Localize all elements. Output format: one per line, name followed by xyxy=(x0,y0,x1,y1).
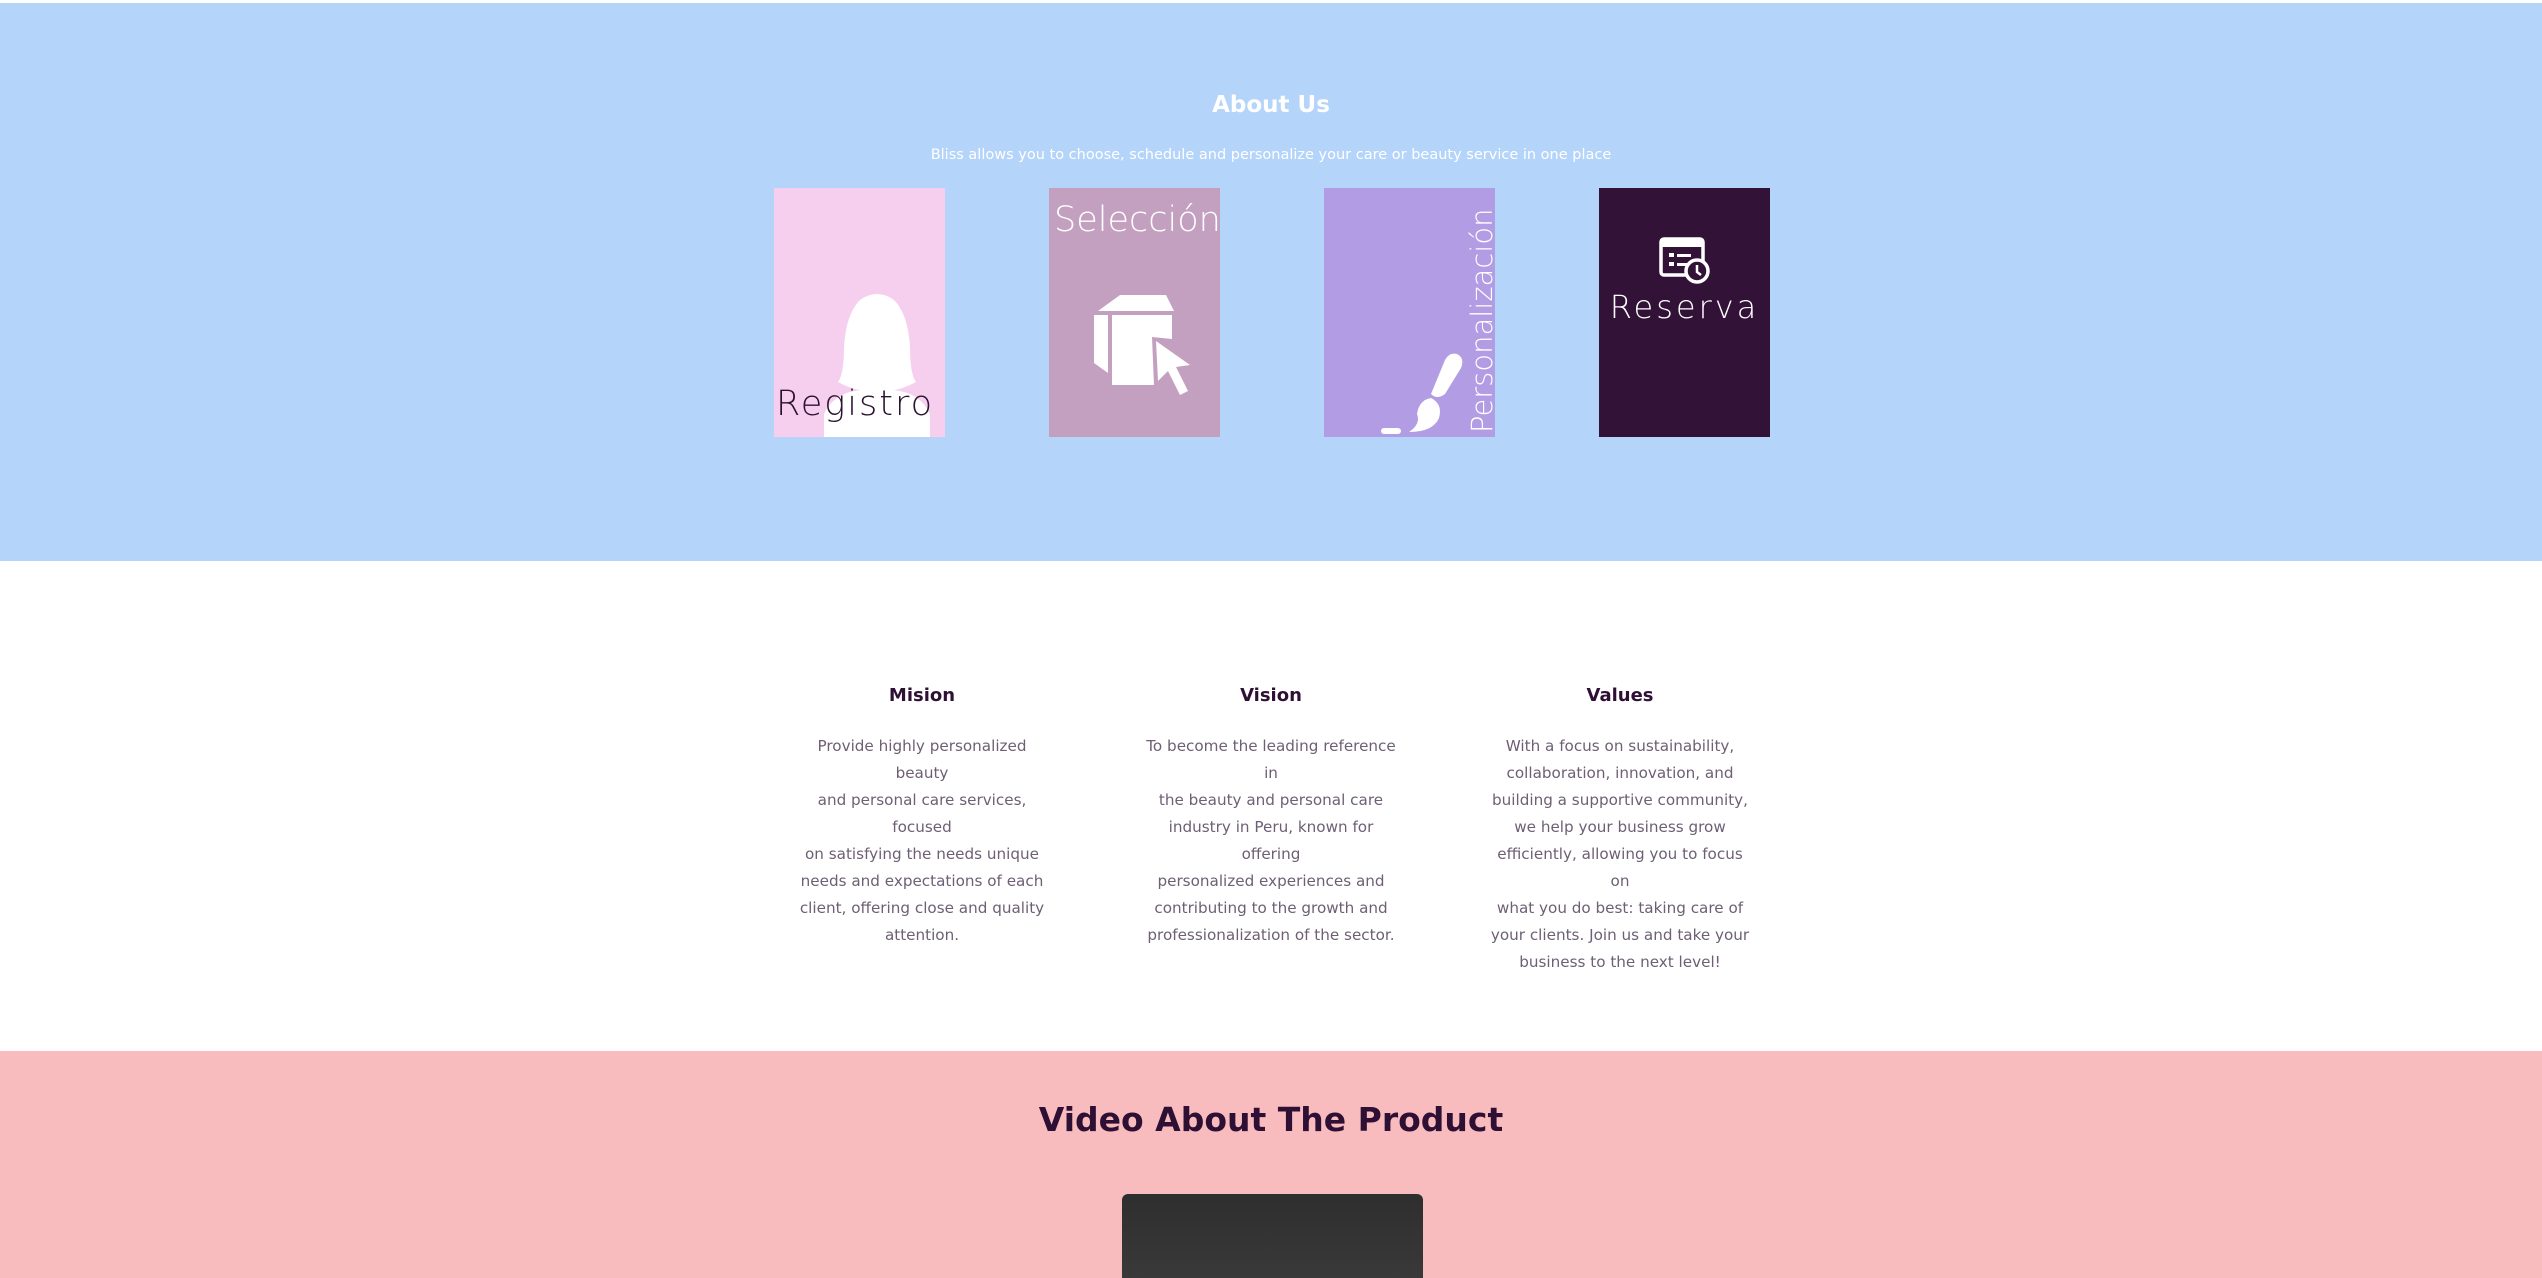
video-section: Video About The Product xyxy=(0,1051,2542,1278)
mision-heading: Mision xyxy=(888,685,956,706)
card-label: Personalización xyxy=(1465,208,1495,433)
card-label: Reserva xyxy=(1609,288,1760,326)
vision-line: personalized experiences and xyxy=(1157,872,1385,890)
vision-line: the beauty and personal care xyxy=(1158,791,1384,809)
values-column: Values With a focus on sustainability, c… xyxy=(1490,685,1750,976)
values-line: collaboration, innovation, and xyxy=(1506,764,1734,782)
card-registro[interactable]: Registro xyxy=(774,188,945,437)
values-line: With a focus on sustainability, xyxy=(1505,737,1735,755)
values-line: we help your business grow xyxy=(1514,818,1726,836)
box-cursor-icon xyxy=(1094,295,1190,395)
values-line: efficiently, allowing you to focus on xyxy=(1497,845,1743,890)
values-heading: Values xyxy=(1586,685,1654,706)
mision-line: attention. xyxy=(884,926,960,944)
mision-line: and personal care services, focused xyxy=(817,791,1027,836)
mision-column: Mision Provide highly personalized beaut… xyxy=(792,685,1052,949)
mision-line: client, offering close and quality xyxy=(799,899,1045,917)
vision-heading: Vision xyxy=(1240,685,1302,706)
card-reserva[interactable]: Reserva xyxy=(1599,188,1770,437)
vision-line: To become the leading reference in xyxy=(1146,737,1396,782)
card-seleccion[interactable]: Selección xyxy=(1049,188,1220,437)
vision-text: To become the leading reference in the b… xyxy=(1141,733,1401,949)
card-label: Registro xyxy=(776,384,934,424)
vision-line: industry in Peru, known for offering xyxy=(1168,818,1374,863)
vision-line: contributing to the growth and xyxy=(1154,899,1388,917)
about-subtitle: Bliss allows you to choose, schedule and… xyxy=(930,147,1612,163)
calendar-clock-icon xyxy=(1659,237,1710,284)
video-player[interactable] xyxy=(1122,1194,1423,1278)
values-text: With a focus on sustainability, collabor… xyxy=(1490,733,1750,976)
card-label: Selección xyxy=(1054,200,1220,240)
mision-text: Provide highly personalized beauty and p… xyxy=(792,733,1052,949)
mision-line: on satisfying the needs unique xyxy=(805,845,1039,863)
values-line: your clients. Join us and take your xyxy=(1490,926,1750,944)
card-personalizacion[interactable]: Personalización xyxy=(1324,188,1495,437)
mission-vision-values-section: Mision Provide highly personalized beaut… xyxy=(0,561,2542,1051)
mision-line: Provide highly personalized beauty xyxy=(817,737,1027,782)
paint-brush-icon xyxy=(1381,353,1463,434)
vision-column: Vision To become the leading reference i… xyxy=(1141,685,1401,949)
video-title: Video About The Product xyxy=(1038,1100,1504,1139)
about-title: About Us xyxy=(1212,92,1330,118)
mision-line: needs and expectations of each xyxy=(800,872,1044,890)
about-section: About Us Bliss allows you to choose, sch… xyxy=(0,3,2542,561)
vision-line: professionalization of the sector. xyxy=(1147,926,1395,944)
values-line: what you do best: taking care of xyxy=(1496,899,1744,917)
values-line: business to the next level! xyxy=(1519,953,1721,971)
values-line: building a supportive community, xyxy=(1492,791,1748,809)
